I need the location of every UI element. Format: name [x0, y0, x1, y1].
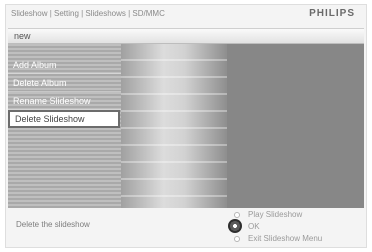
menu-item-delete-album[interactable]: Delete Album: [8, 74, 121, 92]
menu-item-delete-slideshow[interactable]: Delete Slideshow: [8, 110, 120, 128]
help-text: Delete the slideshow: [16, 220, 90, 229]
menu-item-label: Rename Slideshow: [13, 96, 91, 106]
preview-panel: [227, 44, 364, 208]
breadcrumb: Slideshow | Setting | Slideshows | SD/MM…: [11, 9, 165, 18]
menu-column: Add Album Delete Album Rename Slideshow …: [8, 44, 121, 208]
menu-item-add-album[interactable]: Add Album: [8, 56, 121, 74]
menu-item-label: Delete Album: [13, 78, 67, 88]
header: Slideshow | Setting | Slideshows | SD/MM…: [5, 4, 367, 26]
ok-option[interactable]: OK: [248, 222, 260, 231]
exit-slideshow-menu-option[interactable]: Exit Slideshow Menu: [248, 234, 322, 243]
menu-item-rename-slideshow[interactable]: Rename Slideshow: [8, 92, 121, 110]
slideshow-name-item[interactable]: new: [8, 28, 364, 44]
menu-item-label: Add Album: [13, 60, 57, 70]
exit-bullet-icon: [234, 236, 240, 242]
play-bullet-icon: [234, 212, 240, 218]
brand-logo: PHILIPS: [309, 8, 355, 19]
menu-item-label: Delete Slideshow: [15, 114, 85, 124]
key-options: Play Slideshow OK Exit Slideshow Menu: [226, 210, 366, 246]
slideshow-name-label: new: [14, 31, 31, 41]
ok-button-icon: [228, 219, 242, 233]
footer: Delete the slideshow Play Slideshow OK E…: [8, 210, 364, 246]
submenu-column: [121, 44, 227, 208]
menu-panels: Add Album Delete Album Rename Slideshow …: [8, 44, 364, 208]
play-slideshow-option[interactable]: Play Slideshow: [248, 210, 302, 219]
menu-list: Add Album Delete Album Rename Slideshow …: [8, 56, 121, 128]
submenu-rows: [121, 44, 227, 208]
